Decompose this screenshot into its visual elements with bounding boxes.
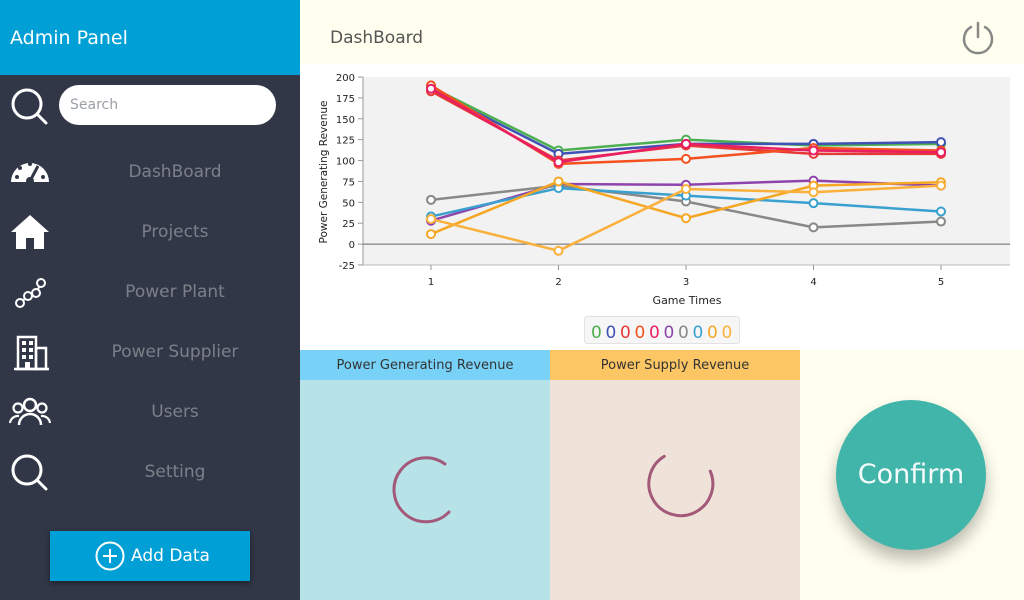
data-point <box>808 198 819 209</box>
x-tick-label: 2 <box>555 277 561 288</box>
x-tick-label: 5 <box>938 277 944 288</box>
data-point <box>808 145 819 156</box>
search-icon[interactable] <box>10 87 50 127</box>
building-icon <box>14 335 49 371</box>
data-point <box>808 187 819 198</box>
x-tick-label: 3 <box>683 277 689 288</box>
legend-marker: 0 <box>620 323 631 343</box>
y-tick-label: 200 <box>336 73 355 84</box>
nav-item-projects[interactable]: Projects <box>0 202 300 262</box>
legend-marker: 0 <box>693 323 704 343</box>
legend-marker: 0 <box>606 323 617 343</box>
loading-spinner-icon <box>392 456 451 524</box>
revenue-line-chart: -25 0 25 50 75 100 125 150 175 200 1 2 3 4 5 Game Tim… <box>318 73 1010 307</box>
legend-marker: 0 <box>678 323 689 343</box>
y-tick-label: 75 <box>342 177 355 188</box>
data-point <box>553 176 564 187</box>
panel-title: Power Supply Revenue <box>550 350 800 380</box>
nav-item-dashboard[interactable]: DashBoard <box>0 142 300 202</box>
data-point <box>426 194 436 205</box>
y-tick-label: 50 <box>342 198 355 209</box>
y-tick-label: 150 <box>336 115 355 126</box>
nav-item-users[interactable]: Users <box>0 382 300 442</box>
nav-label: Setting <box>144 462 206 482</box>
power-icon[interactable] <box>960 20 996 56</box>
legend-marker: 0 <box>722 323 733 343</box>
x-tick-label: 1 <box>428 277 434 288</box>
chart-legend[interactable]: 0000000000 <box>584 316 740 344</box>
plus-circle-icon <box>95 541 125 571</box>
search-input[interactable] <box>59 85 276 125</box>
legend-marker: 0 <box>635 323 646 343</box>
panel-generating-revenue: Power Generating Revenue <box>300 350 550 600</box>
legend-marker: 0 <box>649 323 660 343</box>
legend-marker: 0 <box>664 323 675 343</box>
y-tick-label: 100 <box>336 157 355 168</box>
nav-item-power-supplier[interactable]: Power Supplier <box>0 322 300 382</box>
sidebar: Admin Panel DashBoard Projects <box>0 0 300 600</box>
top-header: DashBoard <box>300 0 1024 64</box>
panel-title: Power Generating Revenue <box>300 350 550 380</box>
add-data-label: Add Data <box>131 546 210 566</box>
data-point <box>681 183 691 194</box>
nav-label: Users <box>151 402 199 422</box>
app-title: Admin Panel <box>0 0 300 75</box>
data-point <box>553 157 564 168</box>
data-point <box>426 229 436 240</box>
data-point <box>681 213 691 224</box>
legend-marker: 0 <box>707 323 718 343</box>
y-tick-label: 125 <box>336 136 355 147</box>
data-point <box>936 180 946 191</box>
legend-markers: 0000000000 <box>591 323 733 343</box>
add-data-button[interactable]: Add Data <box>50 531 250 581</box>
users-group-icon <box>8 397 52 426</box>
data-point <box>808 222 819 233</box>
search-icon <box>11 454 48 491</box>
nav-label: Power Plant <box>125 282 225 302</box>
nav-label: Power Supplier <box>111 342 239 362</box>
nav-item-setting[interactable]: Setting <box>0 442 300 502</box>
legend-marker: 0 <box>591 323 602 343</box>
y-tick-label: -25 <box>339 261 355 272</box>
nav-label: DashBoard <box>128 162 222 182</box>
dashboard-gauge-icon <box>11 162 49 185</box>
confirm-button[interactable]: Confirm <box>836 400 986 550</box>
network-nodes-icon <box>15 278 46 308</box>
x-tick-label: 4 <box>810 277 816 288</box>
data-point <box>936 206 946 217</box>
nav-label: Projects <box>141 222 209 242</box>
panel-supply-revenue: Power Supply Revenue <box>550 350 800 600</box>
data-point <box>681 153 691 164</box>
data-point <box>426 83 436 94</box>
y-tick-label: 0 <box>349 240 355 251</box>
chart-ylabel: Power Generating Revenue <box>318 101 330 244</box>
home-icon <box>11 215 49 249</box>
y-tick-label: 175 <box>336 94 355 105</box>
search-row <box>0 75 300 137</box>
y-tick-label: 25 <box>342 219 355 230</box>
nav-item-power-plant[interactable]: Power Plant <box>0 262 300 322</box>
data-point <box>936 137 946 148</box>
data-point <box>426 214 436 225</box>
data-point <box>681 138 691 149</box>
chart-xlabel: Game Times <box>653 294 722 307</box>
data-point <box>553 245 564 256</box>
data-point <box>936 147 946 158</box>
data-point <box>936 216 946 227</box>
loading-spinner-icon <box>647 454 715 518</box>
